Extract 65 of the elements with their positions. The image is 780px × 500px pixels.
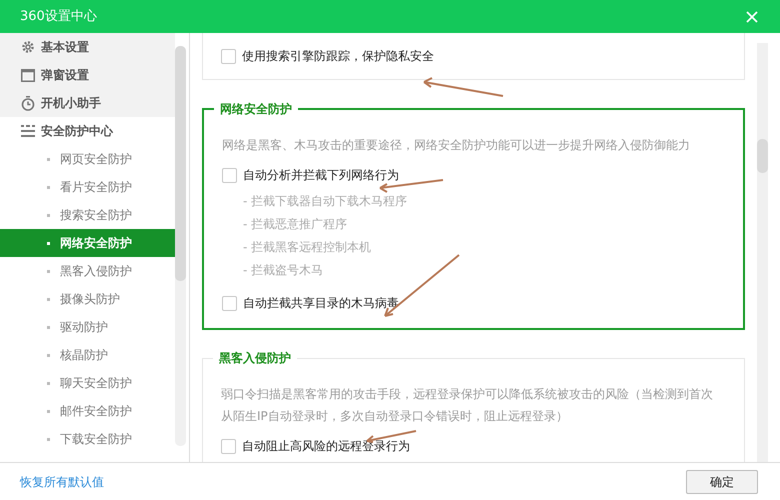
close-button[interactable] (744, 8, 760, 24)
option-label: 自动分析并拦截下列网络行为 (243, 167, 399, 184)
sidebar-item[interactable]: 基本设置 (0, 33, 175, 61)
sidebar-subitem-label: 下载安全防护 (60, 431, 132, 448)
sidebar-subitem-label: 黑客入侵防护 (60, 263, 132, 280)
group-description: 弱口令扫描是黑客常用的攻击手段，远程登录保护可以降低系统被攻击的风险（当检测到首次从陌生IP自动登录时，多次自动登录口令错误时，阻止远程登录） (221, 386, 714, 425)
sidebar-subitem-label: 网页安全防护 (60, 151, 132, 168)
sidebar-subitem[interactable]: 驱动防护 (0, 313, 175, 341)
checkbox[interactable] (222, 168, 237, 182)
group-title: 网络安全防护 (214, 100, 298, 118)
scrollbar-thumb[interactable] (757, 139, 768, 173)
sidebar-subitem[interactable]: 摄像头防护 (0, 285, 175, 313)
bullet-icon (47, 186, 50, 188)
bullet-icon (47, 242, 50, 244)
sidebar-subitem[interactable]: 黑客入侵防护 (0, 257, 175, 285)
sidebar-item-label: 安全防护中心 (41, 123, 113, 140)
sidebar-item-label: 基本设置 (41, 39, 89, 56)
sidebar-subitem[interactable]: 网页安全防护 (0, 145, 175, 173)
bullet-icon (47, 354, 50, 356)
sidebar-subitem-label: 驱动防护 (60, 319, 108, 336)
scrollbar-thumb[interactable] (175, 46, 186, 281)
group-description: 网络是黑客、木马攻击的重要途径，网络安全防护功能可以进一步提升网络入侵防御能力 (222, 137, 691, 154)
sidebar-subitem-label: 搜索安全防护 (60, 207, 132, 224)
sidebar-subitem-label: 聊天安全防护 (60, 375, 132, 392)
gear-icon (21, 40, 35, 54)
sidebar-subitem[interactable]: 看片安全防护 (0, 173, 175, 201)
sidebar-subitem[interactable]: 邮件安全防护 (0, 397, 175, 425)
sidebar-subitem[interactable]: 聊天安全防护 (0, 369, 175, 397)
sub-option-text: - 拦截下载器自动下载木马程序 (243, 193, 408, 210)
sub-option-text: - 拦截盗号木马 (243, 262, 324, 279)
sidebar-subitem[interactable]: 下载安全防护 (0, 425, 175, 453)
bullet-icon (47, 326, 50, 328)
sidebar-subitem-label: 核晶防护 (60, 347, 108, 364)
sub-option-text: - 拦截恶意推广程序 (243, 216, 348, 233)
bullet-icon (47, 270, 50, 272)
sidebar-subitem-label: 网络安全防护 (60, 235, 132, 252)
sidebar-item-label: 弹窗设置 (41, 67, 89, 84)
window-title: 360设置中心 (20, 8, 97, 26)
window-icon (21, 68, 35, 82)
checkbox[interactable] (222, 296, 237, 310)
bullet-icon (47, 438, 50, 440)
sidebar-subitem[interactable]: 网络安全防护 (0, 229, 175, 257)
bullet-icon (47, 382, 50, 384)
wall-icon (21, 124, 35, 138)
checkbox[interactable] (221, 48, 236, 64)
bullet-icon (47, 298, 50, 300)
bullet-icon (47, 158, 50, 160)
option-label: 使用搜索引擎防跟踪，保护隐私安全 (242, 48, 434, 65)
sub-option-text: - 拦截黑客远程控制本机 (243, 239, 372, 256)
ok-button[interactable]: 确定 (686, 470, 758, 494)
close-icon (746, 10, 758, 22)
bullet-icon (47, 214, 50, 216)
sidebar-item[interactable]: 弹窗设置 (0, 61, 175, 89)
stopwatch-icon (21, 96, 35, 110)
sidebar-subitem[interactable]: 搜索安全防护 (0, 201, 175, 229)
restore-defaults-link[interactable]: 恢复所有默认值 (20, 472, 104, 490)
sidebar-subitem-label: 看片安全防护 (60, 179, 132, 196)
bullet-icon (47, 410, 50, 412)
sidebar-item-label: 开机小助手 (41, 95, 101, 112)
sidebar-item[interactable]: 开机小助手 (0, 89, 175, 117)
group-title: 黑客入侵防护 (213, 349, 297, 367)
sidebar-subitem-label: 邮件安全防护 (60, 403, 132, 420)
sidebar-subitem[interactable]: 核晶防护 (0, 341, 175, 369)
sidebar-subitem-label: 摄像头防护 (60, 291, 120, 308)
checkbox[interactable] (221, 438, 236, 454)
